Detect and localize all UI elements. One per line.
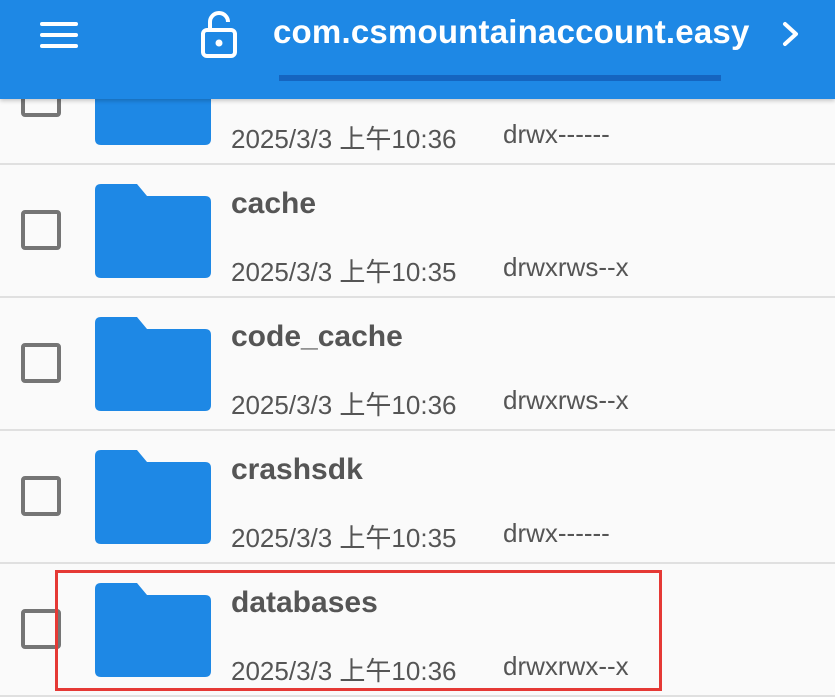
path-title: com.csmountainaccount.easy	[273, 13, 750, 50]
select-checkbox[interactable]	[21, 476, 61, 516]
hamburger-menu-icon[interactable]	[36, 18, 82, 52]
app-bar: com.csmountainaccount.easy	[0, 0, 835, 99]
file-row[interactable]: cache 2025/3/3 上午10:35 drwxrws--x	[0, 165, 835, 298]
file-permissions: drwx------	[503, 518, 610, 548]
select-checkbox[interactable]	[21, 343, 61, 383]
chevron-right-icon[interactable]	[776, 16, 806, 52]
folder-icon	[95, 450, 211, 544]
file-name: code_cache	[231, 320, 403, 353]
file-row[interactable]: crashsdk 2025/3/3 上午10:35 drwx------	[0, 431, 835, 564]
lock-open-icon[interactable]	[196, 8, 242, 58]
file-row[interactable]: code_cache 2025/3/3 上午10:36 drwxrws--x	[0, 298, 835, 431]
folder-icon	[95, 317, 211, 411]
file-name: databases	[231, 586, 378, 619]
folder-icon	[95, 583, 211, 677]
select-checkbox[interactable]	[21, 609, 61, 649]
file-permissions: drwxrws--x	[503, 385, 629, 415]
file-permissions: drwxrws--x	[503, 252, 629, 282]
file-row[interactable]: 2025/3/3 上午10:36 drwx------	[0, 99, 835, 165]
file-row[interactable]: databases 2025/3/3 上午10:36 drwxrwx--x	[0, 564, 835, 697]
file-permissions: drwxrwx--x	[503, 651, 629, 681]
file-date: 2025/3/3 上午10:35	[231, 523, 457, 553]
file-date: 2025/3/3 上午10:36	[231, 124, 457, 154]
select-checkbox[interactable]	[21, 210, 61, 250]
file-date: 2025/3/3 上午10:36	[231, 656, 457, 686]
select-checkbox[interactable]	[21, 99, 61, 117]
file-name: cache	[231, 187, 317, 220]
tab-indicator	[279, 75, 721, 81]
folder-icon	[95, 99, 211, 145]
file-permissions: drwx------	[503, 119, 610, 149]
folder-icon	[95, 184, 211, 278]
file-date: 2025/3/3 上午10:35	[231, 257, 457, 287]
file-list: 2025/3/3 上午10:36 drwx------ cache 2025/3…	[0, 99, 835, 697]
file-name: crashsdk	[231, 453, 363, 486]
file-date: 2025/3/3 上午10:36	[231, 390, 457, 420]
